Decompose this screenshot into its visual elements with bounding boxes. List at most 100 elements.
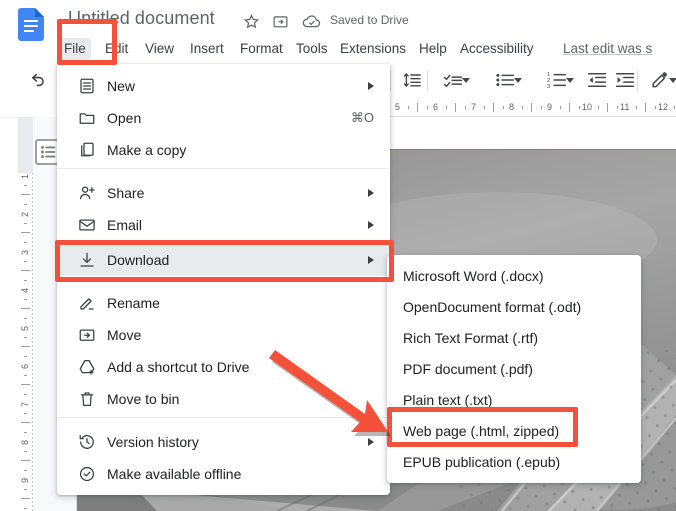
ruler-tick <box>24 374 27 376</box>
bulleted-list-caret-icon[interactable] <box>514 78 522 83</box>
envelope-icon <box>78 216 96 234</box>
checklist-caret-icon[interactable] <box>462 78 470 83</box>
download-option-label: EPUB publication (.epub) <box>403 454 561 470</box>
file-menu-item-open[interactable]: Open ⌘O <box>57 102 390 134</box>
download-option-rich[interactable]: Rich Text Format (.rtf) <box>387 323 641 354</box>
last-edit-link[interactable]: Last edit was s <box>563 38 652 60</box>
ruler-number: 12 <box>658 102 669 112</box>
ruler-tick <box>407 106 409 109</box>
menu-format[interactable]: Format <box>235 38 288 60</box>
download-option-opendocument[interactable]: OpenDocument format (.odt) <box>387 292 641 323</box>
numbered-list-icon[interactable]: 1 2 3 <box>547 70 567 90</box>
menu-accessibility[interactable]: Accessibility <box>455 38 539 60</box>
file-menu-item-share[interactable]: Share <box>57 177 390 209</box>
file-menu-highlight <box>57 19 117 65</box>
decrease-indent-icon[interactable] <box>587 70 607 90</box>
ruler-tick <box>24 336 27 338</box>
ruler-tick <box>464 106 466 109</box>
ruler-number: 9 <box>547 102 553 112</box>
download-option-epub[interactable]: EPUB publication (.epub) <box>387 447 641 478</box>
ruler-tick <box>24 488 27 490</box>
ruler-tick <box>559 106 561 109</box>
copy-icon <box>78 141 96 159</box>
vertical-ruler-line <box>32 117 33 511</box>
svg-text:3: 3 <box>547 84 550 90</box>
menu-tools[interactable]: Tools <box>291 38 333 60</box>
ruler-tick <box>21 308 30 309</box>
menu-insert[interactable]: Insert <box>185 38 229 60</box>
bulleted-list-icon[interactable] <box>495 70 515 90</box>
numbered-list-caret-icon[interactable] <box>566 78 574 83</box>
menu-item-label: Make a copy <box>107 142 187 158</box>
ruler-tick <box>21 498 30 499</box>
ruler-tick <box>24 203 27 205</box>
ruler-tick <box>597 106 599 109</box>
file-menu-item-email[interactable]: Email <box>57 209 390 241</box>
menu-item-label: Email <box>107 217 143 233</box>
vertical-margin-marker[interactable] <box>18 117 33 173</box>
menu-extensions[interactable]: Extensions <box>335 38 411 60</box>
move-to-folder-icon[interactable] <box>272 13 289 30</box>
docs-document-icon[interactable] <box>18 8 44 41</box>
file-menu-item-make-a-copy[interactable]: Make a copy <box>57 134 390 166</box>
ruler-tick <box>21 460 30 461</box>
ruler-number: 6 <box>20 363 30 369</box>
edit-mode-pen-icon[interactable] <box>650 70 669 89</box>
ruler-tick <box>654 106 656 109</box>
download-submenu: Microsoft Word (.docx) OpenDocument forma… <box>387 255 641 483</box>
toolbar-separator <box>637 71 638 91</box>
ruler-tick <box>673 106 675 109</box>
ruler-tick <box>21 346 30 347</box>
ruler-tick <box>607 103 608 112</box>
ruler-tick <box>21 270 30 271</box>
cloud-check-icon[interactable] <box>302 13 321 30</box>
ruler-tick <box>616 106 618 109</box>
ruler-tick <box>24 507 27 509</box>
menu-item-label: Move <box>107 327 142 343</box>
toolbar-separator <box>427 71 428 91</box>
ruler-tick <box>21 384 30 385</box>
download-option-microsoft[interactable]: Microsoft Word (.docx) <box>387 261 641 292</box>
file-menu-item-new[interactable]: New <box>57 70 390 102</box>
increase-indent-icon[interactable] <box>615 70 635 90</box>
menu-help[interactable]: Help <box>414 38 452 60</box>
vertical-ruler[interactable]: 1 2 3 4 5 6 7 8 9 <box>18 117 33 511</box>
download-item-highlight <box>55 240 394 282</box>
ruler-number: 3 <box>20 249 30 255</box>
ruler-tick <box>24 184 27 186</box>
ruler-tick <box>24 355 27 357</box>
history-clock-icon <box>78 433 96 451</box>
file-menu-item-make-available-offline[interactable]: Make available offline <box>57 458 390 490</box>
star-outline-icon[interactable] <box>243 13 260 30</box>
ruler-tick <box>24 412 27 414</box>
pencil-icon <box>78 294 96 312</box>
ruler-tick <box>635 106 637 109</box>
undo-icon[interactable] <box>28 70 47 89</box>
ruler-tick <box>493 103 494 112</box>
ruler-number: 1 <box>20 173 30 179</box>
menu-item-label: Version history <box>107 434 199 450</box>
submenu-arrow-icon <box>368 189 374 197</box>
ruler-tick <box>24 279 27 281</box>
folder-icon <box>78 109 96 127</box>
ruler-tick <box>24 393 27 395</box>
ruler-number: 10 <box>582 102 593 112</box>
save-status-label: Saved to Drive <box>330 13 409 27</box>
ruler-tick <box>502 106 504 109</box>
download-option-pdf[interactable]: PDF document (.pdf) <box>387 354 641 385</box>
toolbar-separator <box>390 71 391 91</box>
ruler-tick <box>24 222 27 224</box>
download-option-label: OpenDocument format (.odt) <box>403 299 582 315</box>
ruler-tick <box>531 103 532 112</box>
edit-mode-caret-icon[interactable] <box>669 78 676 83</box>
menu-item-label: Open <box>107 110 142 126</box>
checklist-icon[interactable] <box>443 70 463 90</box>
line-spacing-icon[interactable] <box>403 70 423 90</box>
menu-view[interactable]: View <box>140 38 179 60</box>
trash-icon <box>78 390 96 408</box>
ruler-tick <box>483 106 485 109</box>
menu-item-label: Move to bin <box>107 391 180 407</box>
file-menu-item-rename[interactable]: Rename <box>57 287 390 319</box>
ruler-tick <box>21 194 30 195</box>
move-to-folder-icon <box>78 326 96 344</box>
